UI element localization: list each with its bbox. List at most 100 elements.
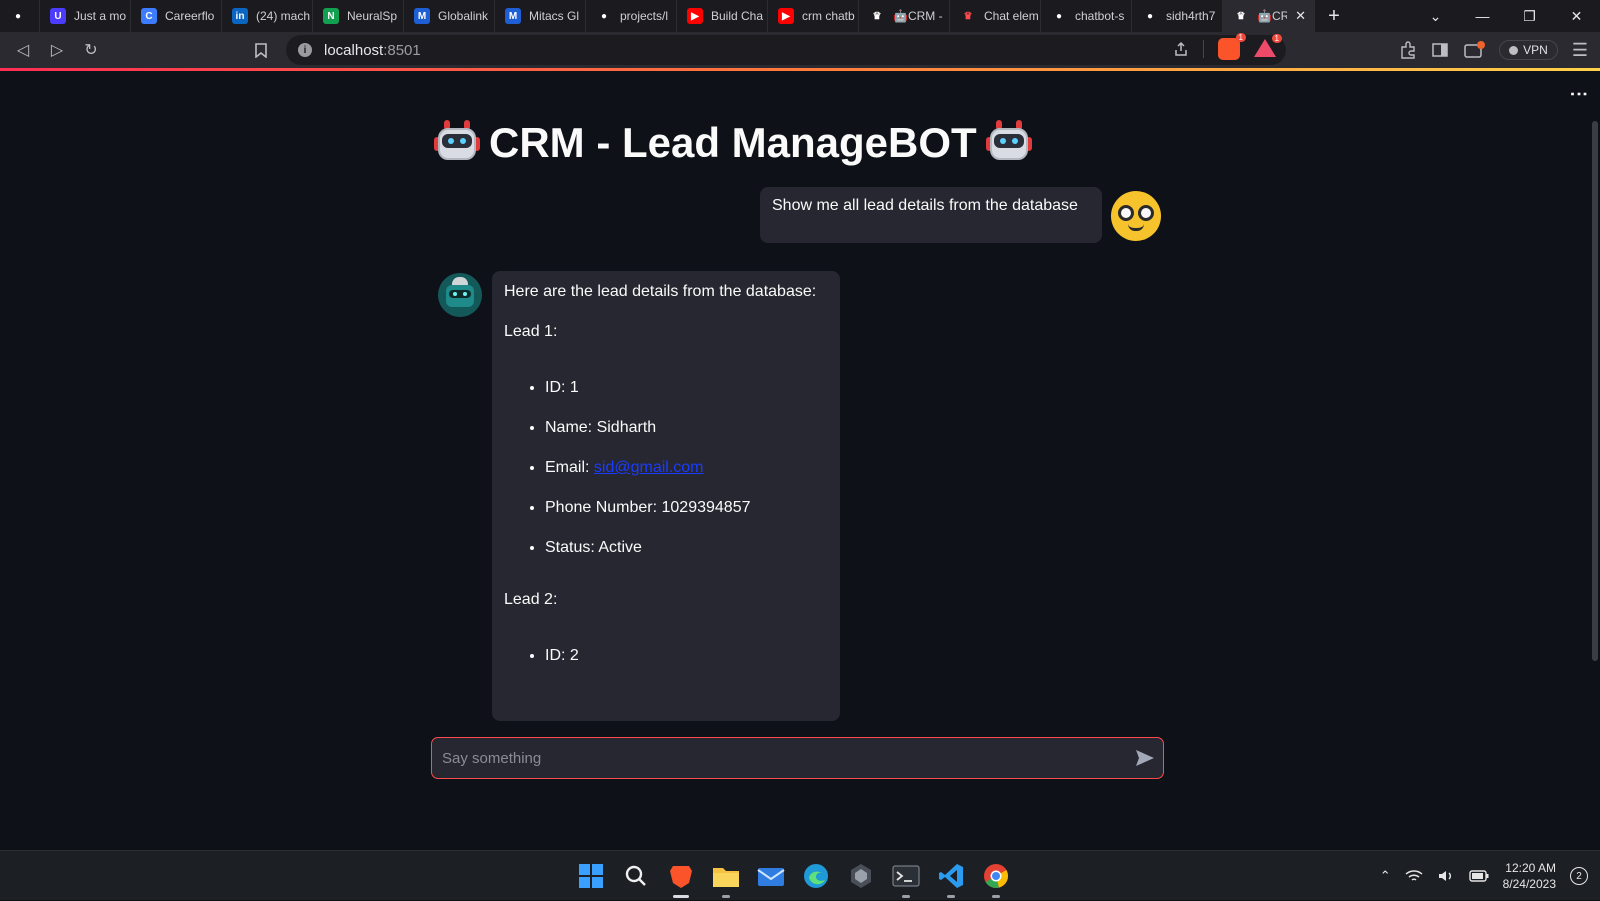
browser-tab[interactable]: ▶ Build Cha — [677, 0, 768, 32]
browser-tab[interactable]: ● projects/l — [586, 0, 677, 32]
brave-rewards-icon[interactable]: 1 — [1254, 34, 1282, 59]
streamlit-app: ⋮ CRM - Lead ManageBOT Show me all lead … — [0, 71, 1600, 850]
tab-close-icon[interactable]: ✕ — [1295, 8, 1306, 24]
lead-status: Status: Active — [545, 539, 828, 557]
app-menu-button[interactable]: ⋮ — [1569, 85, 1589, 103]
tab-title: Just a mo — [74, 9, 127, 23]
rewards-counter: 1 — [1271, 34, 1282, 43]
robot-emoji-icon — [985, 120, 1032, 166]
lead-details-list: ID: 2 — [545, 647, 828, 665]
sidebar-icon[interactable] — [1431, 41, 1449, 59]
notification-badge[interactable]: 2 — [1570, 867, 1588, 885]
taskbar-brave[interactable] — [665, 860, 697, 898]
clock[interactable]: 12:20 AM 8/24/2023 — [1503, 860, 1556, 892]
mail-icon — [757, 868, 785, 886]
browser-tab[interactable]: ▶ crm chatb — [768, 0, 859, 32]
tab-title: Globalink — [438, 9, 489, 23]
taskbar-apps — [575, 851, 1012, 901]
streamlit-icon: ♛ — [963, 10, 973, 22]
battery-icon[interactable] — [1468, 870, 1489, 882]
minimize-button[interactable]: — — [1459, 8, 1506, 24]
taskbar-edge[interactable] — [800, 860, 832, 892]
reload-button[interactable]: ↻ — [74, 36, 108, 64]
tab-title: chatbot-s — [1075, 9, 1125, 23]
browser-tab-strip: ● U Just a mo C Careerflo in (24) mach N NeuralS… — [0, 0, 1600, 32]
lead-heading: Lead 2: — [504, 591, 558, 608]
lead-name: Name: Sidharth — [545, 419, 828, 437]
bookmark-button[interactable] — [244, 36, 278, 64]
start-button[interactable] — [575, 860, 607, 892]
browser-tab[interactable]: M Mitacs Gl — [495, 0, 586, 32]
extensions-icon[interactable] — [1399, 41, 1417, 59]
vpn-status-icon — [1509, 45, 1519, 55]
taskbar-app[interactable] — [845, 860, 877, 892]
lead-id: ID: 2 — [545, 647, 828, 665]
site-info-icon[interactable]: i — [298, 43, 312, 57]
forward-button[interactable]: ▷ — [40, 36, 74, 64]
browser-tab[interactable]: ● — [0, 0, 40, 32]
scrollbar[interactable] — [1592, 121, 1598, 661]
divider — [1203, 40, 1204, 58]
new-tab-button[interactable]: + — [1315, 0, 1353, 32]
close-window-button[interactable]: ✕ — [1553, 8, 1600, 25]
chat-input-field[interactable] — [442, 749, 1127, 767]
browser-tab[interactable]: M Globalink — [404, 0, 495, 32]
volume-icon[interactable] — [1437, 869, 1455, 883]
taskbar-terminal[interactable] — [890, 860, 922, 898]
tab-title: NeuralSp — [347, 9, 398, 23]
restore-button[interactable]: ❐ — [1506, 8, 1553, 25]
chat-input-box — [431, 737, 1164, 779]
cube-app-icon — [851, 864, 871, 888]
menu-icon[interactable]: ☰ — [1572, 40, 1588, 61]
search-button[interactable] — [620, 860, 652, 892]
user-message: Show me all lead details from the databa… — [760, 187, 1161, 243]
tab-title: sidh4rth7 — [1166, 9, 1216, 23]
browser-tab[interactable]: ♛ Chat elem — [950, 0, 1041, 32]
back-button[interactable]: ◁ — [6, 36, 40, 64]
un-icon: U — [50, 8, 66, 24]
browser-tab[interactable]: N NeuralSp — [313, 0, 404, 32]
wallet-icon[interactable] — [1463, 41, 1486, 59]
url-port: :8501 — [383, 41, 421, 59]
vpn-button[interactable]: VPN — [1499, 40, 1558, 60]
show-hidden-icons-button[interactable]: ⌃ — [1380, 868, 1391, 884]
wifi-icon[interactable] — [1405, 869, 1423, 883]
github-icon: ● — [600, 10, 608, 22]
bot-intro-text: Here are the lead details from the datab… — [504, 283, 817, 300]
clock-time: 12:20 AM — [1505, 861, 1556, 875]
folder-icon — [713, 868, 739, 887]
youtube-icon: ▶ — [778, 8, 794, 24]
send-button[interactable] — [1127, 740, 1163, 776]
windows-logo-icon — [579, 864, 603, 888]
tab-title: Build Cha — [711, 9, 764, 23]
edge-icon — [804, 864, 828, 888]
brave-shields-icon[interactable]: 1 — [1218, 33, 1246, 60]
shields-counter: 1 — [1235, 33, 1246, 42]
lead-phone: Phone Number: 1029394857 — [545, 499, 828, 517]
lead-email-link[interactable]: sid@gmail.com — [594, 459, 704, 476]
address-bar-actions: 1 1 — [1173, 33, 1282, 60]
browser-tab[interactable]: ● sidh4rth7 — [1132, 0, 1223, 32]
taskbar-chrome[interactable] — [980, 860, 1012, 898]
taskbar-vscode[interactable] — [935, 860, 967, 898]
browser-tab[interactable]: ♛ 🤖CR ✕ — [1223, 0, 1315, 32]
streamlit-icon: ♛ — [1236, 10, 1246, 22]
taskbar-mail[interactable] — [755, 860, 787, 892]
youtube-icon: ▶ — [687, 8, 703, 24]
browser-tab[interactable]: in (24) mach — [222, 0, 313, 32]
browser-tab[interactable]: ● chatbot-s — [1041, 0, 1132, 32]
bot-avatar-icon — [438, 273, 482, 317]
system-tray: ⌃ 12:20 AM 8/24/2023 2 — [1380, 851, 1588, 901]
vscode-icon — [939, 864, 963, 888]
tab-search-chevron-icon[interactable]: ⌄ — [1412, 8, 1459, 25]
address-bar[interactable]: i localhost :8501 1 1 — [286, 33, 1286, 65]
brave-browser-icon — [670, 866, 692, 888]
browser-tab[interactable]: ♛ 🤖CRM - — [859, 0, 950, 32]
browser-tab[interactable]: U Just a mo — [40, 0, 131, 32]
lead-email-label: Email: — [545, 459, 594, 476]
share-icon[interactable] — [1173, 41, 1189, 57]
tab-title: Mitacs Gl — [529, 9, 580, 23]
bot-message-bubble: Here are the lead details from the datab… — [492, 271, 840, 721]
taskbar-file-explorer[interactable] — [710, 860, 742, 898]
browser-tab[interactable]: C Careerflo — [131, 0, 222, 32]
